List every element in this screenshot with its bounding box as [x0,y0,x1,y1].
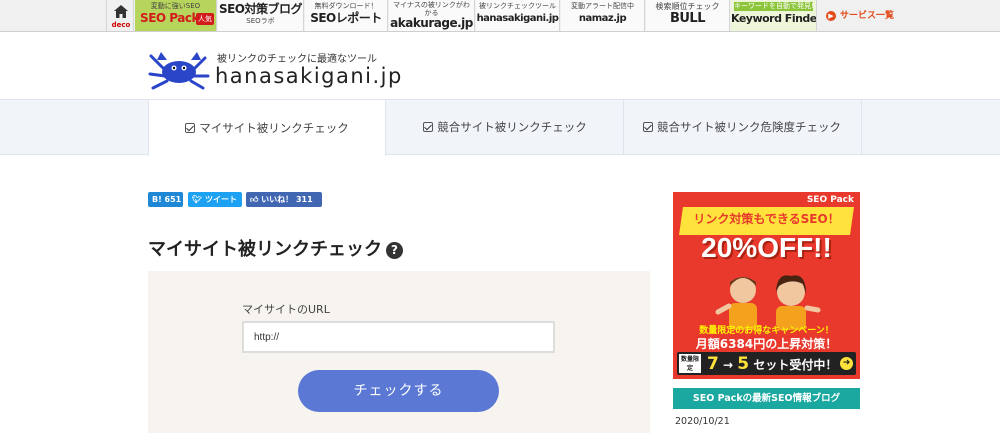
page-title: マイサイト被リンクチェック? [148,235,403,261]
service-sub: 変動アラート配信中 [571,2,634,10]
checkbox-icon [185,123,196,133]
service-hanasakigani[interactable]: 被リンクチェックツール hanasakigani.jp [476,0,560,31]
site-name: hanasakigani.jp [215,64,403,88]
service-sub: 変動に強いSEO [150,2,201,10]
hatena-bookmark-button[interactable]: B! 651 [148,192,183,207]
url-check-form: マイサイトのURL チェックする [148,271,650,433]
offer-to: 5 [737,354,750,374]
checkbox-icon [423,122,434,132]
all-services-link[interactable]: ▶ サービス一覧 [826,8,894,21]
site-logo[interactable]: 被リンクのチェックに最適なツール hanasakigani.jp [147,44,407,94]
service-sub: マイナスの被リンクがわかる [393,1,470,17]
service-name: hanasakigani.jp [476,13,559,24]
all-services-label: サービス一覧 [840,11,895,21]
service-sub: 被リンクチェックツール [479,2,556,10]
tab-label: 競合サイト被リンク危険度チェック [657,120,841,134]
service-sub: SEOラボ [246,17,275,25]
ad-headline: リンク対策もできるSEO！ [693,212,840,226]
tab-my-site-backlink[interactable]: マイサイト被リンクチェック [148,99,386,156]
twitter-bird-icon: 🐦︎ [192,195,203,204]
tab-label: マイサイト被リンクチェック [199,121,349,135]
blog-title-bar[interactable]: SEO Packの最新SEO情報ブログ [673,388,860,409]
check-button[interactable]: チェックする [298,370,499,412]
service-sub: キーワードを自動で発見! [734,2,814,11]
service-name: akakurage.jp [390,16,473,30]
ad-brand: SEO Pack [806,195,854,205]
hatena-count: B! 651 [152,195,182,204]
service-bar: deco 変動に強いSEO SEO Pack 人気 SEO対策ブログ SEOラボ… [0,0,1000,32]
arrow-right-icon: ▶ [826,11,836,21]
site-tagline: 被リンクのチェックに最適なツール [217,54,377,65]
url-input[interactable] [242,321,555,353]
thumbs-up-icon: 👍︎ [250,195,259,204]
tab-competitor-risk[interactable]: 競合サイト被リンク危険度チェック [623,99,861,156]
tab-competitor-backlink[interactable]: 競合サイト被リンクチェック [386,99,624,156]
service-seo-lab[interactable]: SEO対策ブログ SEOラボ [218,0,304,31]
facebook-like-button[interactable]: 👍︎ いいね！ 311 [246,192,322,207]
ad-offer-bar: 数量限定 7 → 5 セット受付中！ ➜ [677,352,856,375]
service-name: BULL [669,11,706,26]
service-sub: 検索順位チェック [655,2,720,11]
limited-badge: 数量限定 [679,354,701,373]
help-icon[interactable]: ? [386,242,403,259]
tweet-label: ツイート [204,195,237,204]
checkbox-icon [643,122,653,132]
service-bull[interactable]: 検索順位チェック BULL [646,0,730,31]
home-link[interactable]: deco [106,0,134,31]
crab-logo-icon [147,48,211,94]
service-namaz[interactable]: 変動アラート配信中 namaz.jp [561,0,645,31]
url-label: マイサイトのURL [242,303,330,316]
tab-divider [861,100,862,155]
tweet-button[interactable]: 🐦︎ ツイート [188,192,242,207]
seo-pack-ad-banner[interactable]: SEO Pack リンク対策もできるSEO！ 20%OFF!! 数量限定のお得な… [673,192,860,379]
arrow-right-icon: ➜ [840,357,853,370]
popular-badge: 人気 [196,13,214,25]
home-label: deco [111,21,131,29]
children-photo [713,272,823,330]
blog-post-date: 2020/10/21 [675,416,730,427]
service-keyword-finder[interactable]: キーワードを自動で発見! Keyword Finder [731,0,817,31]
like-label: いいね！ 311 [261,195,313,204]
service-name: Keyword Finder [731,12,817,25]
page-title-text: マイサイト被リンクチェック [148,239,382,260]
service-name: SEOレポート [310,11,382,25]
ad-promo-price: 月額6384円の上昇対策！ [695,337,838,351]
home-icon [114,3,128,22]
offer-text: セット受付中！ [753,358,838,372]
offer-from: 7 [707,354,719,374]
service-sub: 無料ダウンロード！ [314,2,378,10]
service-name: namaz.jp [578,13,627,24]
service-akakurage[interactable]: マイナスの被リンクがわかる akakurage.jp [389,0,475,31]
service-seo-pack[interactable]: 変動に強いSEO SEO Pack 人気 [135,0,217,31]
offer-arrow: → [723,358,734,372]
ad-offer: 7 → 5 セット受付中！ [707,354,837,374]
ad-discount: 20%OFF!! [701,232,832,263]
tab-label: 競合サイト被リンクチェック [437,120,587,134]
service-seo-report[interactable]: 無料ダウンロード！ SEOレポート [305,0,388,31]
tool-tabs: マイサイト被リンクチェック 競合サイト被リンクチェック 競合サイト被リンク危険度… [0,99,1000,156]
service-name: SEO対策ブログ [218,2,303,16]
